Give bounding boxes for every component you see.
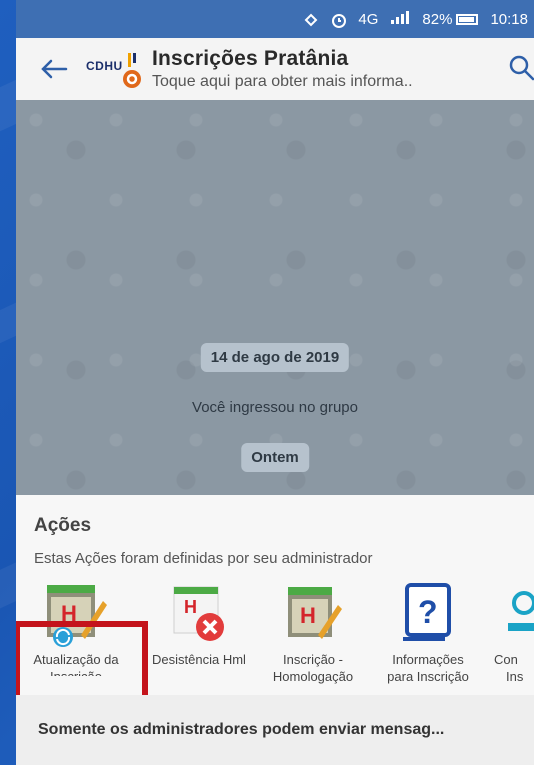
admin-only-notice: Somente os administradores podem enviar … <box>16 695 534 765</box>
day-pill: Ontem <box>241 443 309 472</box>
action-label: Inscrição - Homologação <box>272 652 354 684</box>
spreadsheet-edit-icon: H <box>278 579 348 649</box>
logo-text: CDHU <box>86 59 123 73</box>
svg-text:H: H <box>184 597 197 617</box>
back-arrow-icon[interactable] <box>36 51 72 87</box>
chat-title: Inscrições Pratânia <box>152 47 349 70</box>
phone-screen: 4G 82% 10:18 CDHU Inscrições Pratânia To… <box>16 0 534 765</box>
actions-subtitle: Estas Ações foram definidas por seu admi… <box>34 550 373 567</box>
clock: 10:18 <box>490 10 528 28</box>
action-label: Informações para Inscrição <box>387 652 469 684</box>
svg-text:?: ? <box>418 594 438 630</box>
question-mark-icon: ? <box>393 579 463 649</box>
signal-icon <box>390 10 410 28</box>
action-label: Desistência Hml <box>152 652 246 667</box>
app-bar[interactable]: CDHU Inscrições Pratânia Toque aqui para… <box>16 38 534 100</box>
battery-percent: 82% <box>422 10 453 28</box>
battery-icon <box>456 13 479 25</box>
chat-area: 14 de ago de 2019 Você ingressou no grup… <box>16 100 534 495</box>
network-indicator: 4G <box>358 10 379 28</box>
search-icon[interactable] <box>506 52 534 86</box>
system-message: Você ingressou no grupo <box>192 399 358 416</box>
status-bar: 4G 82% 10:18 <box>16 0 534 38</box>
chat-header-info[interactable]: Inscrições Pratânia Toque aqui para obte… <box>152 47 413 91</box>
date-pill: 14 de ago de 2019 <box>200 343 350 372</box>
spreadsheet-cancel-icon: H <box>164 579 234 649</box>
actions-list: H Atualização da Inscrição <box>16 579 534 759</box>
action-partial[interactable]: Con Ins <box>494 579 534 685</box>
alarm-icon <box>330 11 347 28</box>
actions-title: Ações <box>34 515 92 536</box>
badge-icon <box>123 70 141 88</box>
action-inscricao-homologacao[interactable]: H Inscrição - Homologação <box>258 579 368 685</box>
battery-indicator: 82% <box>422 10 479 28</box>
group-avatar[interactable]: CDHU <box>86 49 146 89</box>
svg-text:H: H <box>300 603 316 628</box>
action-label: Con Ins <box>494 652 524 684</box>
rotation-icon <box>302 11 318 27</box>
action-informacoes[interactable]: ? Informações para Inscrição <box>372 579 484 685</box>
partial-action-icon <box>494 579 534 649</box>
action-desistencia[interactable]: H Desistência Hml <box>144 579 254 668</box>
chat-subtitle: Toque aqui para obter mais informa.. <box>152 73 413 90</box>
